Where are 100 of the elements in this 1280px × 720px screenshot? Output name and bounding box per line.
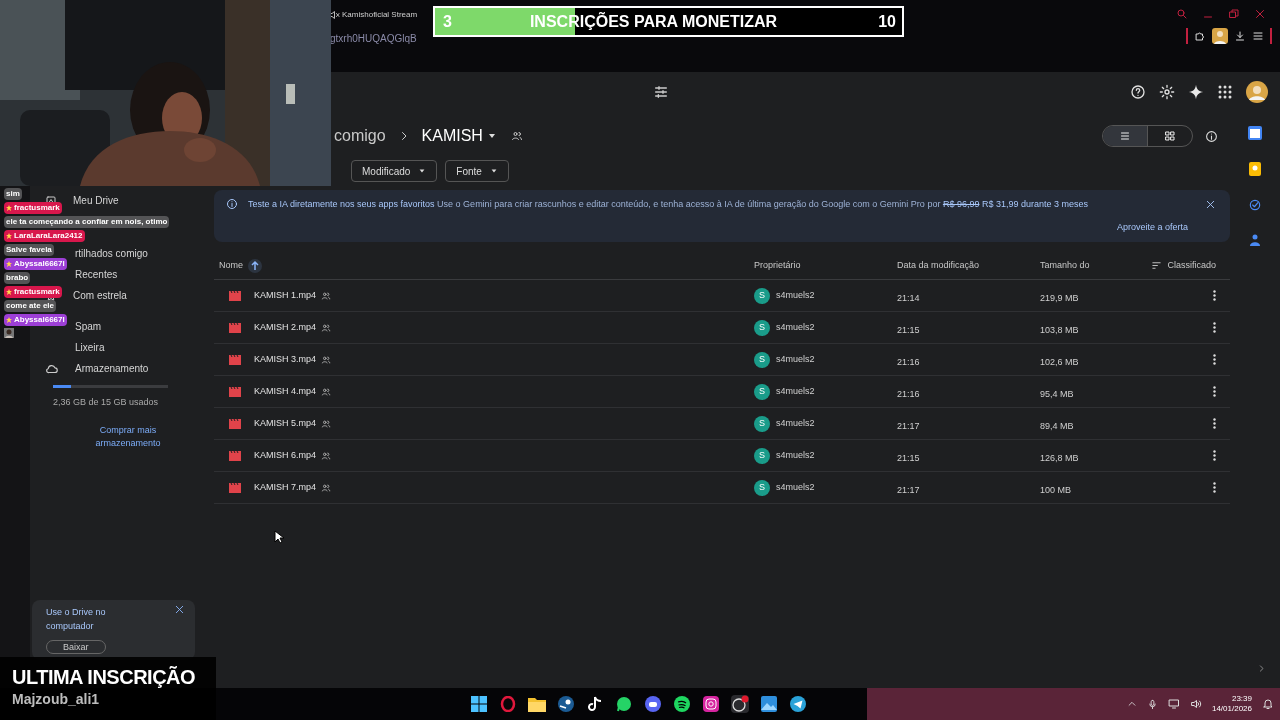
more-options-icon[interactable] xyxy=(1213,450,1216,461)
file-name[interactable]: KAMISH 1.mp4 xyxy=(254,288,317,303)
buy-storage-link[interactable]: Comprar mais armazenamento xyxy=(83,423,173,450)
filter-chip[interactable]: Fonte xyxy=(445,160,509,182)
speaker-icon[interactable] xyxy=(1189,698,1202,710)
sidebar-item[interactable]: rtilhados comigo xyxy=(75,246,148,261)
camera-app-icon[interactable] xyxy=(702,695,720,713)
breadcrumb-item[interactable]: KAMISH xyxy=(421,124,483,148)
sort-arrow-icon[interactable] xyxy=(248,258,262,273)
mouse-pointer-icon xyxy=(274,530,284,544)
notification-bell-icon[interactable] xyxy=(1262,698,1274,710)
more-options-icon[interactable] xyxy=(1213,418,1216,429)
video-file-icon xyxy=(229,290,241,301)
music-note-icon[interactable] xyxy=(586,695,604,713)
address-bar[interactable]: gtxrh0HUQAQGlqB xyxy=(330,31,417,46)
video-file-icon xyxy=(229,386,241,397)
column-header[interactable]: Classificado xyxy=(1167,258,1216,273)
file-size: 89,4 MB xyxy=(1040,420,1074,431)
profile-avatar-icon[interactable] xyxy=(1212,28,1228,44)
more-options-icon[interactable] xyxy=(1213,482,1216,493)
chevron-up-icon[interactable] xyxy=(1126,699,1137,709)
sidebar-item[interactable]: Recentes xyxy=(75,267,118,282)
modified-time: 21:15 xyxy=(897,452,920,463)
sidebar-item[interactable]: Com estrela xyxy=(73,288,127,303)
sidebar-item[interactable]: Spam xyxy=(75,319,102,334)
owner-name: s4muels2 xyxy=(776,416,815,430)
menu-icon[interactable] xyxy=(1252,30,1264,42)
restore-icon[interactable] xyxy=(1228,8,1240,20)
chat-message: sim xyxy=(4,188,22,200)
browser-tab[interactable]: Kamishoficial Stream xyxy=(342,9,418,21)
column-header[interactable]: Proprietário xyxy=(754,258,801,273)
file-size: 219,9 MB xyxy=(1040,292,1079,303)
more-options-icon[interactable] xyxy=(1213,322,1216,333)
shared-people-icon xyxy=(510,130,523,142)
search-icon[interactable] xyxy=(1176,8,1188,20)
chat-username: Abyssal6667l xyxy=(4,258,67,270)
sparkle-icon[interactable] xyxy=(1188,84,1204,100)
ring-browser-icon[interactable] xyxy=(499,695,517,713)
apps-grid-icon[interactable] xyxy=(1217,84,1233,100)
file-name[interactable]: KAMISH 7.mp4 xyxy=(254,480,317,495)
more-options-icon[interactable] xyxy=(1213,354,1216,365)
filter-options-icon[interactable] xyxy=(653,84,669,100)
clock-time[interactable]: 23:39 xyxy=(1231,694,1252,704)
file-size: 95,4 MB xyxy=(1040,388,1074,399)
gamepad-chat-icon[interactable] xyxy=(644,695,662,713)
storage-usage: 2,36 GB de 15 GB usados xyxy=(53,396,160,409)
clock-date[interactable]: 14/01/2026 xyxy=(1211,704,1252,714)
owner-avatar: S xyxy=(754,479,770,496)
paper-plane-icon[interactable] xyxy=(789,695,807,713)
chat-message: brabo xyxy=(4,272,31,284)
more-options-icon[interactable] xyxy=(1213,290,1216,301)
close-icon[interactable] xyxy=(174,603,185,615)
close-icon[interactable] xyxy=(1205,199,1216,210)
game-launcher-icon[interactable] xyxy=(557,695,575,713)
puzzle-icon[interactable] xyxy=(1194,30,1206,42)
shared-icon xyxy=(321,418,332,429)
file-name[interactable]: KAMISH 3.mp4 xyxy=(254,352,317,367)
music-stream-icon[interactable] xyxy=(673,695,691,713)
close-icon[interactable] xyxy=(1254,8,1266,20)
sidebar-item[interactable]: Meu Drive xyxy=(73,193,119,208)
owner-name: s4muels2 xyxy=(776,480,815,494)
breadcrumb-item[interactable]: comigo xyxy=(334,124,386,148)
column-header[interactable]: Nome xyxy=(219,258,243,273)
video-file-icon xyxy=(229,418,241,429)
column-header[interactable]: Tamanho do xyxy=(1040,258,1090,273)
download-icon[interactable] xyxy=(1234,30,1246,42)
list-view-icon[interactable] xyxy=(1103,126,1147,146)
chat-bubble-icon[interactable] xyxy=(615,695,633,713)
offer-link[interactable]: Aproveite a oferta xyxy=(1116,221,1188,235)
file-name[interactable]: KAMISH 4.mp4 xyxy=(254,384,317,399)
account-avatar-icon[interactable] xyxy=(1246,81,1268,103)
folder-icon[interactable] xyxy=(528,695,546,713)
file-size: 102,6 MB xyxy=(1040,356,1079,367)
caret-down-icon xyxy=(489,167,498,175)
chat-message: come ate ele xyxy=(4,300,57,312)
recorder-icon[interactable] xyxy=(731,695,749,713)
sidebar-item[interactable]: Lixeira xyxy=(75,340,105,355)
owner-name: s4muels2 xyxy=(776,288,815,302)
settings-icon[interactable] xyxy=(1159,84,1175,100)
filter-chip[interactable]: Modificado xyxy=(351,160,438,182)
muted-speaker-icon xyxy=(328,9,340,21)
help-icon[interactable] xyxy=(1130,84,1146,100)
banner-text: Teste a IA diretamente nos seus apps favoritos Use o Gemini para criar rascunhos e editar conteúdo, e tenha acesso à IA de última geração do Google com o Gemini Pro por R$ 96,99 R$ 31,99 durante 3 meses xyxy=(248,198,1088,211)
microphone-icon[interactable] xyxy=(1146,698,1158,710)
chat-username: LaraLaraLara2412 xyxy=(4,230,85,242)
windows-start-icon[interactable] xyxy=(470,695,488,713)
sidebar-item[interactable]: Armazenamento xyxy=(75,361,149,376)
file-size: 126,8 MB xyxy=(1040,452,1079,463)
column-header[interactable]: Data da modificação xyxy=(897,258,980,273)
file-name[interactable]: KAMISH 6.mp4 xyxy=(254,448,317,463)
file-name[interactable]: KAMISH 2.mp4 xyxy=(254,320,317,335)
monitor-icon[interactable] xyxy=(1167,698,1180,710)
modified-time: 21:16 xyxy=(897,356,920,367)
video-file-icon xyxy=(229,482,241,493)
photos-icon[interactable] xyxy=(760,695,778,713)
sort-lines-icon[interactable] xyxy=(1151,260,1163,271)
more-options-icon[interactable] xyxy=(1213,386,1216,397)
info-icon[interactable] xyxy=(1205,129,1218,143)
modified-time: 21:14 xyxy=(897,292,920,303)
file-name[interactable]: KAMISH 5.mp4 xyxy=(254,416,317,431)
